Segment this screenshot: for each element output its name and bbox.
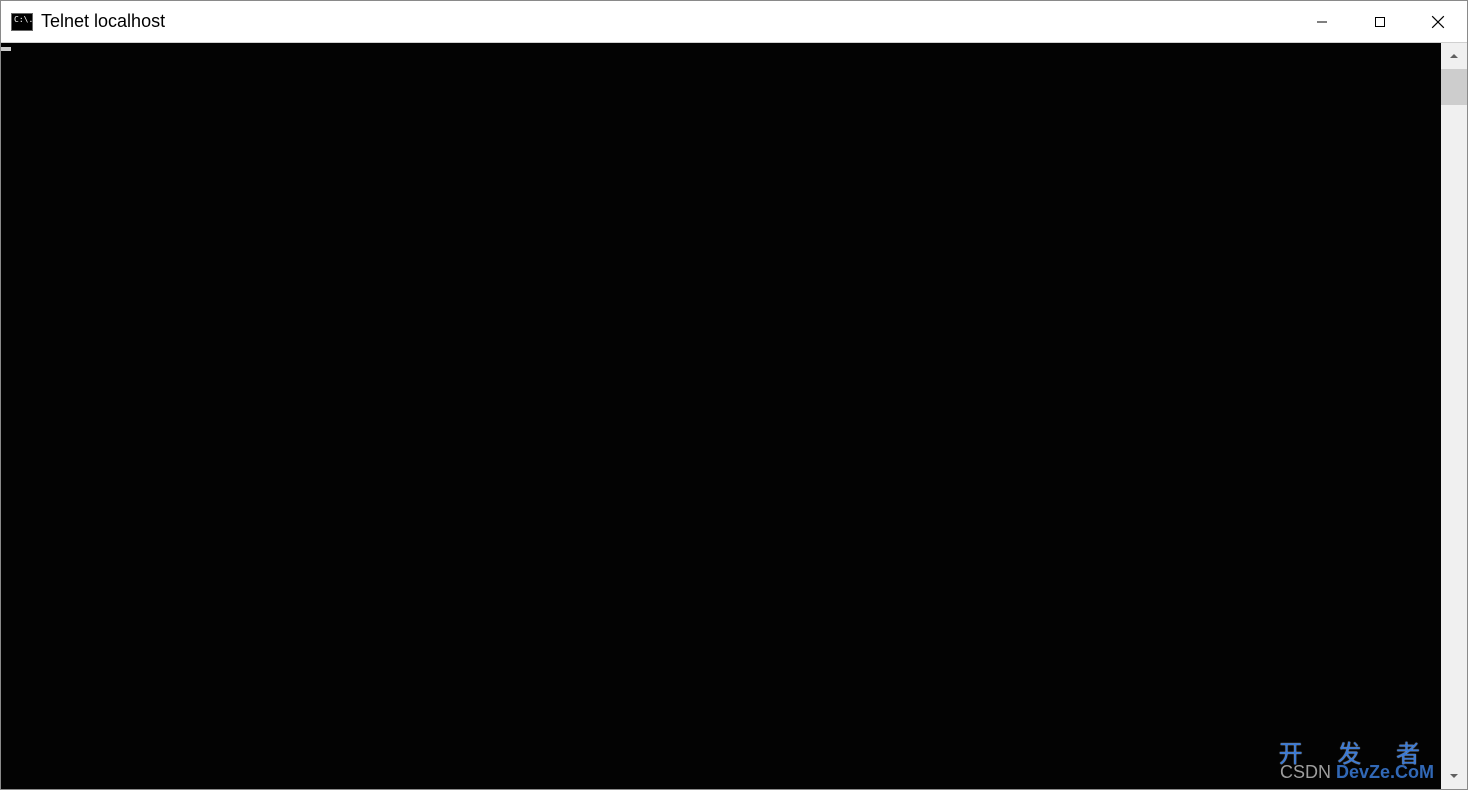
maximize-button[interactable] — [1351, 1, 1409, 42]
chevron-up-icon — [1448, 50, 1460, 62]
scroll-track[interactable] — [1441, 69, 1467, 763]
telnet-window: C:\. Telnet localhost — [0, 0, 1468, 790]
minimize-button[interactable] — [1293, 1, 1351, 42]
minimize-icon — [1316, 16, 1328, 28]
cmd-icon-glyph: C:\. — [14, 16, 33, 24]
close-icon — [1431, 15, 1445, 29]
scroll-down-button[interactable] — [1441, 763, 1467, 789]
terminal-area[interactable] — [1, 43, 1441, 789]
maximize-icon — [1374, 16, 1386, 28]
close-button[interactable] — [1409, 1, 1467, 42]
vertical-scrollbar[interactable] — [1441, 43, 1467, 789]
window-controls — [1293, 1, 1467, 42]
terminal-cursor — [1, 47, 11, 51]
cmd-icon: C:\. — [11, 13, 33, 31]
titlebar[interactable]: C:\. Telnet localhost — [1, 1, 1467, 43]
window-title: Telnet localhost — [41, 11, 165, 32]
content-row — [1, 43, 1467, 789]
scroll-up-button[interactable] — [1441, 43, 1467, 69]
scroll-thumb[interactable] — [1441, 69, 1467, 105]
chevron-down-icon — [1448, 770, 1460, 782]
